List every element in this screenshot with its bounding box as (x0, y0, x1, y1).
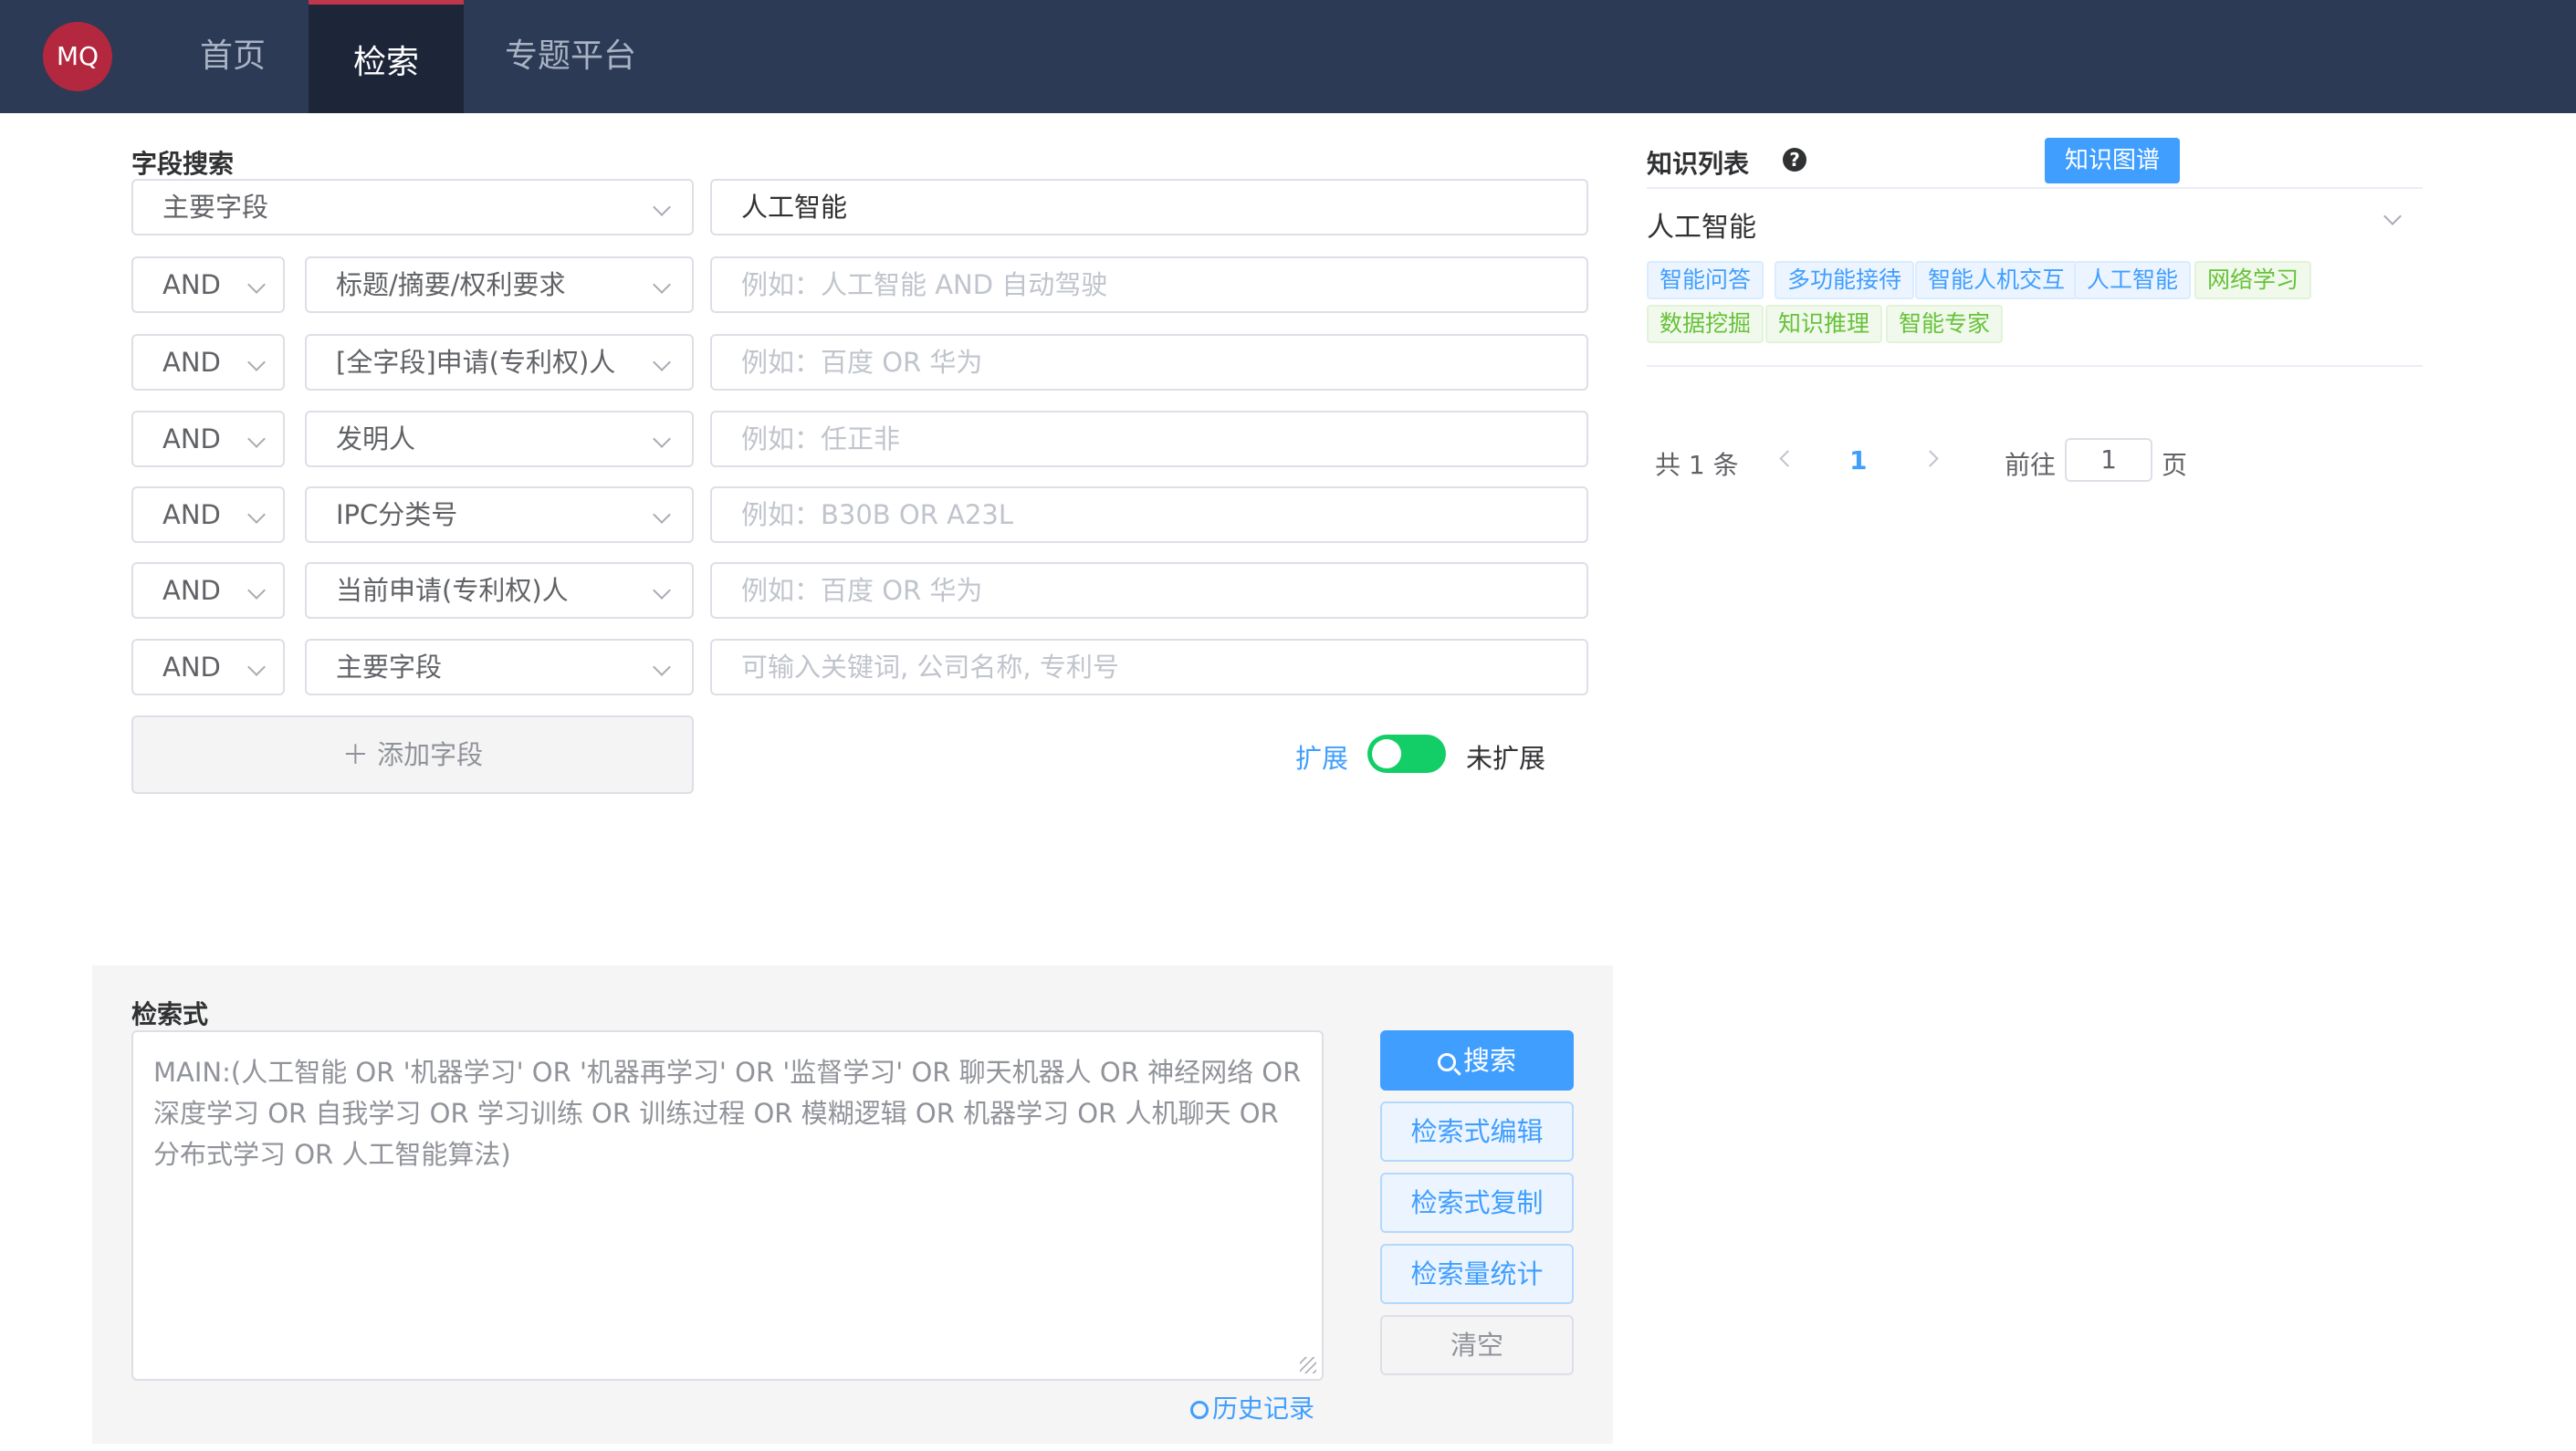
topic-collapse-header[interactable]: 人工智能 (1647, 204, 1756, 245)
toggle-knob (1372, 739, 1401, 768)
keyword-input[interactable]: 例如：任正非 (710, 411, 1588, 467)
operator-select[interactable]: AND (131, 639, 285, 695)
chevron-down-icon (247, 276, 266, 294)
chevron-down-icon (653, 581, 671, 600)
field-select-label: 当前申请(专利权)人 (336, 575, 569, 606)
clear-button[interactable]: 清空 (1380, 1315, 1574, 1375)
field-select-main[interactable]: 主要字段 (131, 179, 694, 235)
operator-select[interactable]: AND (131, 411, 285, 467)
next-page-icon[interactable] (1922, 450, 1939, 467)
knowledge-tag[interactable]: 智能问答 (1647, 261, 1764, 299)
chevron-down-icon (247, 353, 266, 371)
knowledge-graph-button[interactable]: 知识图谱 (2045, 138, 2180, 183)
goto-page-input[interactable]: 1 (2065, 438, 2152, 482)
expand-toggle[interactable] (1367, 735, 1446, 773)
search-icon (1437, 1053, 1456, 1071)
copy-query-button[interactable]: 检索式复制 (1380, 1173, 1574, 1233)
resize-handle-icon[interactable] (1300, 1357, 1316, 1373)
operator-label: AND (162, 347, 221, 378)
search-button-label: 搜索 (1462, 1045, 1516, 1076)
operator-select[interactable]: AND (131, 256, 285, 313)
search-button[interactable]: 搜索 (1380, 1030, 1574, 1091)
query-textarea[interactable]: MAIN:(人工智能 OR '机器学习' OR '机器再学习' OR '监督学习… (131, 1030, 1324, 1381)
tab-topic-platform[interactable]: 专题平台 (484, 0, 657, 113)
knowledge-tag[interactable]: 网络学习 (2194, 261, 2312, 299)
knowledge-tag[interactable]: 知识推理 (1765, 305, 1883, 343)
divider (1647, 187, 2423, 189)
field-select[interactable]: IPC分类号 (305, 486, 694, 543)
field-select[interactable]: 发明人 (305, 411, 694, 467)
chevron-down-icon (653, 198, 671, 216)
tab-search[interactable]: 检索 (309, 0, 464, 113)
field-select-label: [全字段]申请(专利权)人 (336, 347, 616, 378)
avatar-logo[interactable]: MQ (43, 22, 112, 91)
knowledge-tag[interactable]: 人工智能 (2074, 261, 2192, 299)
query-title: 检索式 (131, 999, 209, 1029)
keyword-input-main[interactable]: 人工智能 (710, 179, 1588, 235)
query-text: MAIN:(人工智能 OR '机器学习' OR '机器再学习' OR '监督学习… (153, 1057, 1302, 1170)
keyword-input[interactable]: 例如：B30B OR A23L (710, 486, 1588, 543)
chevron-down-icon[interactable] (2383, 207, 2402, 225)
page-unit-label: 页 (2162, 450, 2188, 480)
chevron-down-icon (653, 506, 671, 524)
operator-label: AND (162, 499, 221, 530)
pagination-total: 共 1 条 (1655, 450, 1739, 480)
operator-label: AND (162, 423, 221, 454)
chevron-down-icon (247, 581, 266, 600)
operator-label: AND (162, 575, 221, 606)
edit-query-button[interactable]: 检索式编辑 (1380, 1101, 1574, 1162)
keyword-input[interactable]: 例如：百度 OR 华为 (710, 562, 1588, 619)
knowledge-tag[interactable]: 智能人机交互 (1915, 261, 2079, 299)
chevron-down-icon (653, 658, 671, 676)
clock-icon (1190, 1401, 1209, 1419)
knowledge-list-title: 知识列表 (1647, 149, 1750, 179)
keyword-input[interactable]: 可输入关键词, 公司名称, 专利号 (710, 639, 1588, 695)
operator-select[interactable]: AND (131, 562, 285, 619)
help-icon[interactable]: ? (1783, 148, 1806, 172)
chevron-down-icon (247, 430, 266, 448)
field-select[interactable]: 标题/摘要/权利要求 (305, 256, 694, 313)
keyword-input[interactable]: 例如：人工智能 AND 自动驾驶 (710, 256, 1588, 313)
operator-select[interactable]: AND (131, 334, 285, 391)
field-select-label: 主要字段 (336, 652, 443, 683)
field-search-title: 字段搜索 (131, 149, 235, 179)
field-select-label: 主要字段 (162, 192, 269, 223)
history-link[interactable]: 历史记录 (1190, 1389, 1314, 1425)
keyword-input[interactable]: 例如：百度 OR 华为 (710, 334, 1588, 391)
chevron-down-icon (247, 658, 266, 676)
add-field-button[interactable]: ＋ 添加字段 (131, 715, 694, 794)
operator-label: AND (162, 269, 221, 300)
not-expanded-label: 未扩展 (1466, 743, 1546, 774)
field-select-label: 标题/摘要/权利要求 (336, 269, 566, 300)
chevron-down-icon (653, 276, 671, 294)
tab-home[interactable]: 首页 (173, 0, 292, 113)
knowledge-tag[interactable]: 多功能接待 (1775, 261, 1915, 299)
knowledge-tag[interactable]: 智能专家 (1886, 305, 2004, 343)
field-select-label: IPC分类号 (336, 499, 458, 530)
field-select[interactable]: [全字段]申请(专利权)人 (305, 334, 694, 391)
chevron-down-icon (653, 353, 671, 371)
field-select[interactable]: 当前申请(专利权)人 (305, 562, 694, 619)
operator-label: AND (162, 652, 221, 683)
prev-page-icon[interactable] (1779, 450, 1796, 467)
history-label: 历史记录 (1212, 1394, 1315, 1424)
top-nav-bar: MQ 首页 检索 专题平台 (0, 0, 2576, 113)
knowledge-tag[interactable]: 数据挖掘 (1647, 305, 1764, 343)
goto-label: 前往 (2005, 450, 2057, 480)
field-select[interactable]: 主要字段 (305, 639, 694, 695)
operator-select[interactable]: AND (131, 486, 285, 543)
count-stats-button[interactable]: 检索量统计 (1380, 1244, 1574, 1304)
expand-label: 扩展 (1295, 743, 1349, 774)
field-select-label: 发明人 (336, 423, 416, 454)
chevron-down-icon (247, 506, 266, 524)
pagination-page-1[interactable]: 1 (1849, 445, 1867, 475)
divider (1647, 365, 2423, 367)
chevron-down-icon (653, 430, 671, 448)
